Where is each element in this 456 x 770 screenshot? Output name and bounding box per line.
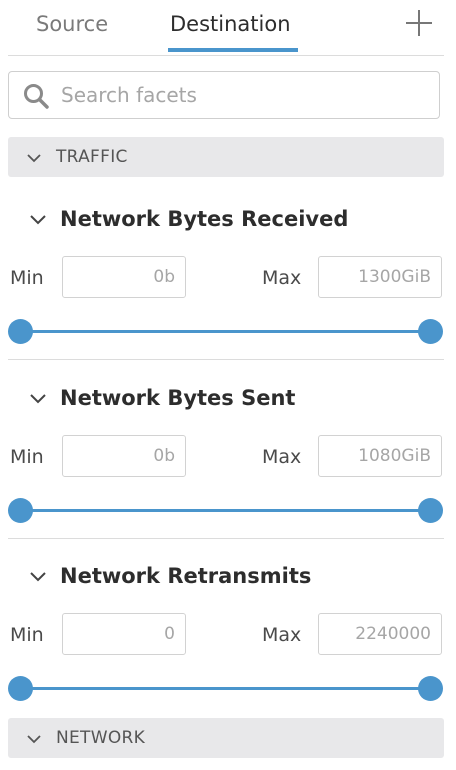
min-label: Min <box>10 446 44 468</box>
facet-title: Network Bytes Received <box>60 207 349 231</box>
chevron-down-icon <box>30 572 46 582</box>
active-tab-indicator <box>168 48 298 52</box>
min-label: Min <box>10 624 44 646</box>
divider <box>8 538 444 539</box>
plus-icon <box>406 10 432 36</box>
facet-header[interactable]: Network Bytes Sent <box>0 377 456 417</box>
add-tab-button[interactable] <box>404 8 434 38</box>
chevron-down-icon <box>30 394 46 404</box>
slider-track <box>20 509 431 512</box>
group-label: NETWORK <box>56 728 146 748</box>
slider-max-handle[interactable] <box>418 498 443 523</box>
facet-tabs: Source Destination <box>8 0 444 56</box>
tab-source[interactable]: Source <box>36 10 108 38</box>
search-facets-input[interactable] <box>61 78 427 112</box>
facet-header[interactable]: Network Retransmits <box>0 555 456 595</box>
slider-track <box>20 330 431 333</box>
range-slider <box>8 498 443 524</box>
max-input[interactable] <box>318 613 442 655</box>
group-header-network[interactable]: NETWORK <box>8 718 444 758</box>
slider-min-handle[interactable] <box>8 498 33 523</box>
facet-header[interactable]: Network Bytes Received <box>0 198 456 238</box>
max-input[interactable] <box>318 256 442 298</box>
chevron-down-icon <box>30 215 46 225</box>
facet-network-retransmits: Network Retransmits Min Max <box>0 555 456 733</box>
slider-min-handle[interactable] <box>8 319 33 344</box>
max-label: Max <box>262 267 302 289</box>
min-input[interactable] <box>62 256 186 298</box>
slider-max-handle[interactable] <box>418 319 443 344</box>
max-label: Max <box>262 624 302 646</box>
slider-max-handle[interactable] <box>418 676 443 701</box>
slider-min-handle[interactable] <box>8 676 33 701</box>
min-input[interactable] <box>62 613 186 655</box>
max-label: Max <box>262 446 302 468</box>
search-icon <box>24 84 49 109</box>
min-input[interactable] <box>62 435 186 477</box>
tab-destination[interactable]: Destination <box>170 10 291 38</box>
search-facets-box <box>8 71 440 119</box>
slider-track <box>20 687 431 690</box>
range-slider <box>8 676 443 702</box>
range-slider <box>8 319 443 345</box>
facet-title: Network Bytes Sent <box>60 386 296 410</box>
facet-network-bytes-received: Network Bytes Received Min Max <box>0 198 456 376</box>
max-input[interactable] <box>318 435 442 477</box>
group-label: TRAFFIC <box>56 147 128 167</box>
facet-network-bytes-sent: Network Bytes Sent Min Max <box>0 377 456 555</box>
chevron-down-icon <box>27 154 41 163</box>
min-label: Min <box>10 267 44 289</box>
divider <box>8 359 444 360</box>
chevron-down-icon <box>27 735 41 744</box>
group-header-traffic[interactable]: TRAFFIC <box>8 137 444 177</box>
facet-title: Network Retransmits <box>60 564 312 588</box>
